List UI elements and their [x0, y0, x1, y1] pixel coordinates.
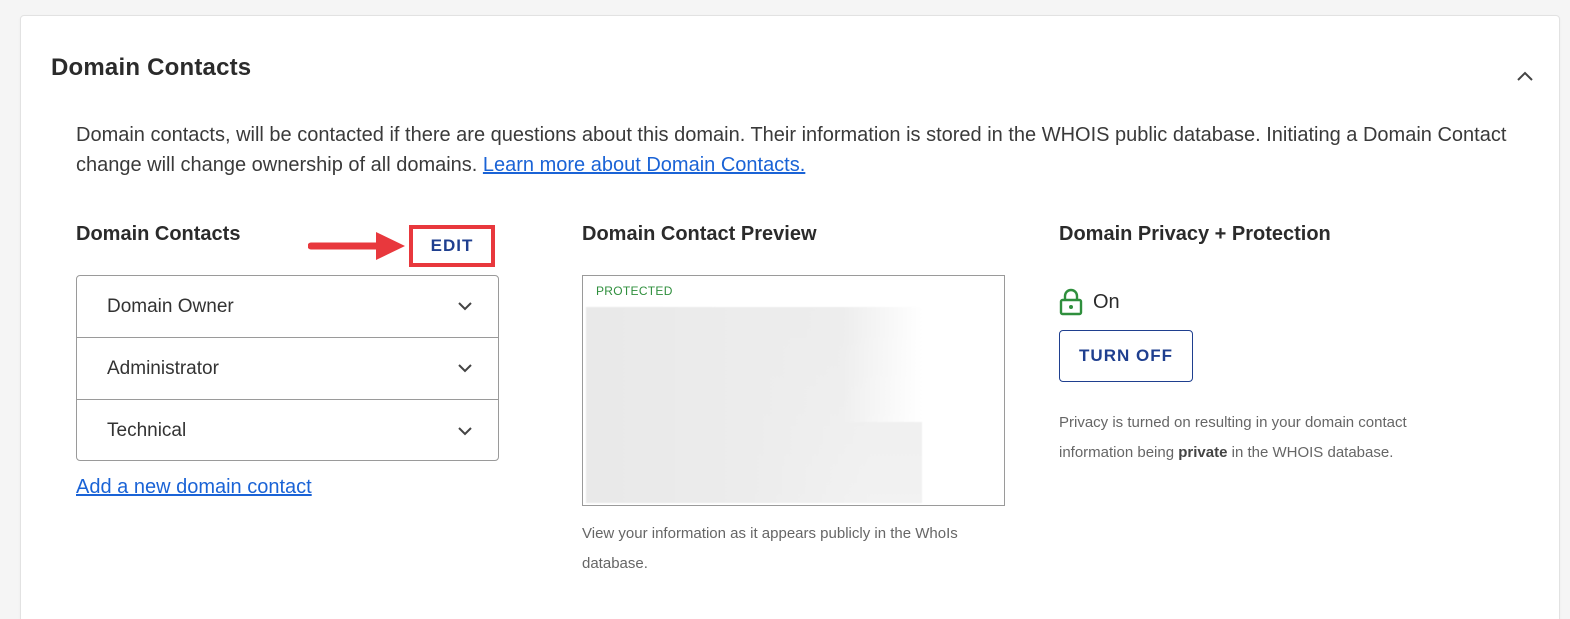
learn-more-link[interactable]: Learn more about Domain Contacts. — [483, 154, 805, 176]
accordion-item-domain-owner[interactable]: Domain Owner — [77, 276, 498, 338]
turn-off-button[interactable]: TURN OFF — [1059, 330, 1193, 382]
privacy-status-text: On — [1093, 290, 1120, 313]
edit-highlight-box: EDIT — [409, 225, 495, 267]
accordion-item-administrator[interactable]: Administrator — [77, 338, 498, 400]
edit-button[interactable]: EDIT — [431, 236, 474, 256]
section-title: Domain Contacts — [51, 54, 252, 81]
privacy-heading: Domain Privacy + Protection — [1059, 223, 1331, 245]
chevron-down-icon — [458, 364, 472, 373]
chevron-up-icon — [1517, 71, 1533, 81]
privacy-note: Privacy is turned on resulting in your d… — [1059, 408, 1459, 468]
chevron-down-icon — [458, 426, 472, 435]
preview-heading: Domain Contact Preview — [582, 223, 817, 245]
contact-preview-box: PROTECTED — [582, 275, 1005, 506]
accordion-item-label: Domain Owner — [107, 295, 234, 317]
accordion-item-label: Technical — [107, 420, 187, 441]
privacy-note-after: in the WHOIS database. — [1227, 444, 1394, 461]
protected-badge: PROTECTED — [596, 284, 673, 298]
chevron-down-icon — [458, 302, 472, 311]
accordion-item-label: Administrator — [107, 357, 219, 379]
domain-contacts-card: Domain Contacts Domain contacts, will be… — [20, 15, 1560, 619]
preview-caption: View your information as it appears publ… — [582, 525, 958, 572]
accordion-item-technical[interactable]: Technical — [77, 400, 498, 460]
contacts-accordion: Domain Owner Administrator Technical — [76, 275, 499, 461]
collapse-button[interactable] — [1511, 64, 1539, 88]
privacy-status: On — [1059, 288, 1120, 316]
section-description: Domain contacts, will be contacted if th… — [76, 120, 1526, 180]
blurred-contact-info — [586, 307, 922, 503]
add-domain-contact-link[interactable]: Add a new domain contact — [76, 476, 312, 499]
annotation-arrow-icon — [308, 232, 405, 260]
privacy-note-bold: private — [1178, 444, 1228, 461]
lock-icon — [1059, 288, 1083, 316]
contacts-heading: Domain Contacts — [76, 223, 241, 245]
